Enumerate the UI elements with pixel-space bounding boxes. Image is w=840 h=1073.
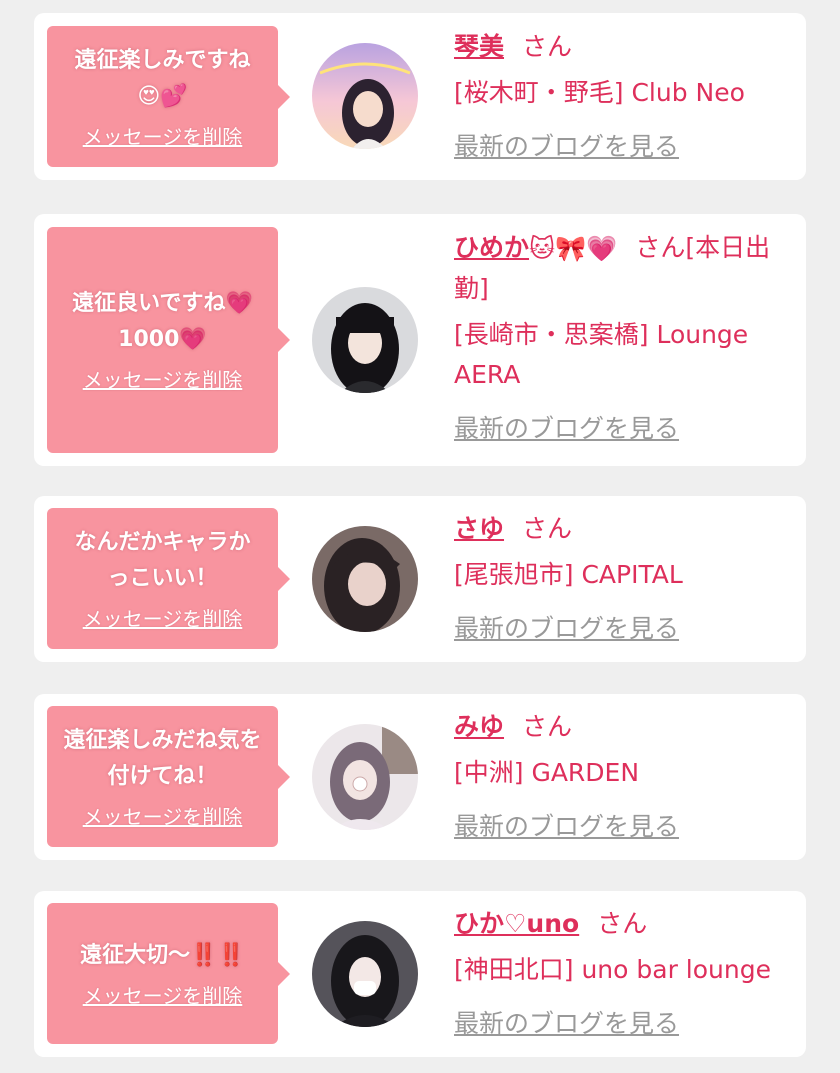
- cast-info: ひか♡uno さん [神田北口] uno bar lounge 最新のブログを見る: [454, 904, 794, 1044]
- message-text-line2: 1000: [118, 327, 180, 352]
- message-bubble: 遠征楽しみだね気を付けてね！ メッセージを削除: [47, 706, 290, 847]
- cast-info: 琴美 さん [桜木町・野毛] Club Neo 最新のブログを見る: [454, 27, 794, 167]
- store-name: [長崎市・思案橋] Lounge AERA: [454, 320, 749, 389]
- cast-info: さゆ さん [尾張旭市] CAPITAL 最新のブログを見る: [454, 509, 794, 649]
- delete-message-button[interactable]: メッセージを削除: [83, 366, 243, 394]
- message-card: 遠征良いですね💗 1000💗 メッセージを削除 ひめか🐱🎀💗 さん[本日出勤] […: [34, 214, 806, 466]
- cast-name-link[interactable]: ひか♡uno: [454, 909, 579, 938]
- message-text: 遠征楽しみだね気を付けてね！: [63, 727, 262, 789]
- latest-blog-link[interactable]: 最新のブログを見る: [454, 127, 679, 167]
- double-exclamation-emoji-icon: ‼️‼️: [190, 942, 245, 968]
- heart-emoji-icon: 💗: [179, 327, 207, 352]
- message-text: 遠征楽しみですね: [74, 47, 251, 73]
- latest-blog-link[interactable]: 最新のブログを見る: [454, 1004, 679, 1044]
- message-bubble: 遠征楽しみですね 😍💕 メッセージを削除: [47, 26, 290, 167]
- girl-portrait-icon: [312, 526, 418, 632]
- avatar[interactable]: [312, 526, 418, 632]
- delete-message-button[interactable]: メッセージを削除: [83, 123, 243, 151]
- avatar[interactable]: [312, 43, 418, 149]
- store-name: [中洲] GARDEN: [454, 758, 640, 787]
- girl-portrait-icon: [312, 724, 418, 830]
- message-card: 遠征楽しみですね 😍💕 メッセージを削除 琴美 さん [桜木町・野毛] Club …: [34, 13, 806, 180]
- store-name: [尾張旭市] CAPITAL: [454, 560, 683, 589]
- message-card: 遠征大切〜‼️‼️ メッセージを削除 ひか♡uno さん [神田北口] uno b…: [34, 891, 806, 1057]
- avatar[interactable]: [312, 724, 418, 830]
- cast-name-link[interactable]: さゆ: [454, 514, 504, 543]
- honorific: さん: [522, 712, 573, 741]
- cat-ribbon-heart-emoji-icon: 🐱🎀💗: [529, 234, 618, 263]
- message-bubble: なんだかキャラかっこいい！ メッセージを削除: [47, 508, 290, 649]
- cast-name-link[interactable]: 琴美: [454, 32, 504, 61]
- cast-info: ひめか🐱🎀💗 さん[本日出勤] [長崎市・思案橋] Lounge AERA 最新の…: [454, 228, 794, 449]
- message-text: 遠征大切〜: [80, 942, 191, 968]
- message-bubble: 遠征良いですね💗 1000💗 メッセージを削除: [47, 227, 290, 453]
- store-name: [桜木町・野毛] Club Neo: [454, 78, 745, 107]
- girl-portrait-icon: [312, 921, 418, 1027]
- cast-name-link[interactable]: ひめか🐱🎀💗: [454, 233, 617, 263]
- store-name: [神田北口] uno bar lounge: [454, 955, 771, 984]
- cast-name-link[interactable]: みゆ: [454, 712, 504, 741]
- honorific: さん: [522, 514, 573, 543]
- cast-info: みゆ さん [中洲] GARDEN 最新のブログを見る: [454, 707, 794, 847]
- message-card: なんだかキャラかっこいい！ メッセージを削除 さゆ さん [尾張旭市] CAPIT…: [34, 496, 806, 662]
- heart-eyes-emoji-icon: 😍💕: [137, 83, 188, 109]
- delete-message-button[interactable]: メッセージを削除: [83, 982, 243, 1010]
- delete-message-button[interactable]: メッセージを削除: [83, 605, 243, 633]
- message-text: なんだかキャラかっこいい！: [74, 529, 251, 591]
- delete-message-button[interactable]: メッセージを削除: [83, 803, 243, 831]
- message-card: 遠征楽しみだね気を付けてね！ メッセージを削除 みゆ さん [中洲] GARDEN…: [34, 694, 806, 860]
- latest-blog-link[interactable]: 最新のブログを見る: [454, 409, 679, 449]
- girl-portrait-icon: [312, 287, 418, 393]
- honorific: さん: [597, 909, 648, 938]
- message-text: 遠征良いですね: [72, 291, 226, 316]
- honorific: さん: [522, 32, 573, 61]
- latest-blog-link[interactable]: 最新のブログを見る: [454, 807, 679, 847]
- message-bubble: 遠征大切〜‼️‼️ メッセージを削除: [47, 903, 290, 1044]
- latest-blog-link[interactable]: 最新のブログを見る: [454, 609, 679, 649]
- avatar[interactable]: [312, 921, 418, 1027]
- heart-emoji-icon: 💗: [225, 291, 253, 316]
- avatar[interactable]: [312, 287, 418, 393]
- girl-portrait-icon: [312, 43, 418, 149]
